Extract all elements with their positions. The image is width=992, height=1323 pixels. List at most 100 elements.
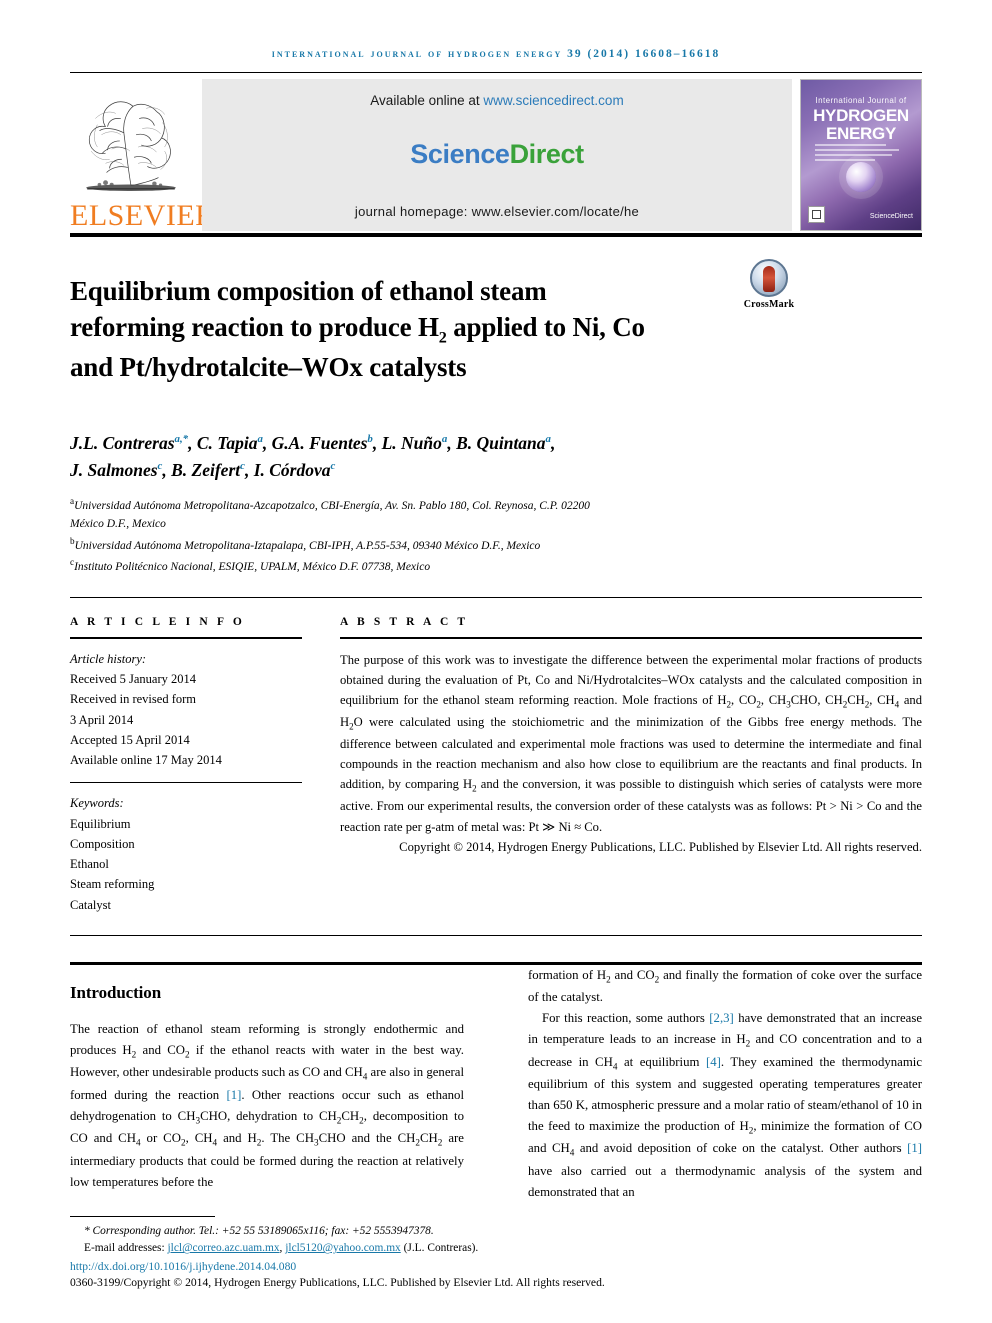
introduction-paragraph-left: The reaction of ethanol steam reforming … (70, 1021, 465, 1189)
elsevier-logo: ELSEVIER (70, 79, 216, 232)
title-line-3: and Pt/hydrotalcite–WOx catalysts (70, 352, 467, 383)
journal-homepage-line: journal homepage: www.elsevier.com/locat… (354, 204, 640, 219)
crossmark-badge[interactable]: CrossMark (720, 255, 818, 310)
author-affil-marker: c (157, 459, 163, 472)
cover-publisher-badge-icon (808, 206, 825, 223)
crossmark-label: CrossMark (743, 299, 795, 310)
abstract-heading: A B S T R A C T (340, 615, 469, 628)
affiliation-a-cont: México D.F., Mexico (70, 518, 166, 531)
title-line-2a: reforming reaction to produce H (70, 312, 439, 343)
abstract-heading-rule (340, 636, 922, 639)
keywords-block: Keywords: Equilibrium Composition Ethano… (70, 793, 302, 915)
email-suffix: (J.L. Contreras). (400, 1242, 479, 1255)
email-link-1[interactable]: jlcl@correo.azc.uam.mx (168, 1242, 280, 1254)
citation-ref-1b[interactable]: [1] (907, 1141, 922, 1155)
corresponding-author-note: * Corresponding author. Tel.: +52 55 531… (84, 1224, 434, 1237)
meta-top-rule (70, 596, 922, 598)
page-title: Equilibrium composition of ethanol steam… (70, 273, 710, 385)
author-affil-marker: b (367, 432, 373, 445)
abstract-body: The purpose of this work was to investig… (340, 650, 922, 857)
keyword-item: Steam reforming (70, 877, 155, 892)
history-item: Received 5 January 2014 (70, 672, 197, 687)
author-affil-marker: c (240, 459, 245, 472)
elsevier-wordmark: ELSEVIER (70, 199, 216, 232)
affiliation-b: bUniversidad Autónoma Metropolitana-Izta… (70, 534, 922, 555)
affiliation-b-text: Universidad Autónoma Metropolitana-Iztap… (74, 539, 541, 552)
author-affil-marker: a (441, 432, 448, 445)
masthead-bottom-rule (70, 233, 922, 237)
elsevier-tree-icon (86, 101, 176, 192)
corresponding-author-text: Corresponding author. Tel.: +52 55 53189… (92, 1224, 434, 1237)
body-column-right: formation of H2 and CO2 and finally the … (528, 965, 922, 1203)
body-column-left: Introduction The reaction of ethanol ste… (70, 965, 464, 1203)
article-info-middle-rule (70, 782, 302, 784)
history-item: 3 April 2014 (70, 712, 134, 727)
citation-ref-2-3[interactable]: [2,3] (709, 1011, 734, 1025)
title-row: Equilibrium composition of ethanol steam… (70, 255, 922, 404)
keywords-label: Keywords: (70, 796, 124, 811)
affiliation-a-line1: Universidad Autónoma Metropolitana-Azcap… (74, 499, 590, 512)
crossmark-icon (750, 259, 788, 297)
journal-cover-thumbnail: International Journal of HYDROGEN ENERGY… (800, 79, 922, 231)
cover-artwork: International Journal of HYDROGEN ENERGY… (801, 80, 921, 230)
email-label: E-mail addresses: (84, 1242, 168, 1255)
cover-title-line2: HYDROGEN (813, 106, 909, 125)
cover-title-line3: ENERGY (826, 124, 896, 143)
keyword-item: Composition (70, 836, 135, 851)
available-online-text: Available online at (370, 93, 484, 108)
email-link-2[interactable]: jlcl5120@yahoo.com.mx (285, 1242, 401, 1254)
author-affil-marker: a (257, 432, 263, 445)
cover-title-line1: International Journal of (815, 96, 907, 105)
article-meta-section: A R T I C L E I N F O Article history: R… (70, 616, 922, 915)
author-affil-marker: c (330, 459, 336, 472)
affiliation-a: aUniversidad Autónoma Metropolitana-Azca… (70, 494, 922, 515)
history-item: Received in revised form (70, 692, 196, 707)
footnote-rule (70, 1215, 215, 1217)
page-footnote: * Corresponding author. Tel.: +52 55 531… (70, 1215, 922, 1289)
citation-ref-1[interactable]: [1] (226, 1088, 241, 1102)
author-line-2: J. Salmonesc, B. Zeifertc, I. Córdovac (70, 459, 336, 480)
cover-orb-graphic (846, 162, 876, 192)
affiliation-list: aUniversidad Autónoma Metropolitana-Azca… (70, 494, 922, 577)
article-page: International Journal of Hydrogen Energy… (0, 0, 992, 1323)
keyword-item: Ethanol (70, 857, 109, 872)
cover-editor-lines (815, 144, 911, 164)
body-columns: Introduction The reaction of ethanol ste… (70, 965, 922, 1203)
abstract-bottom-rule (70, 934, 922, 936)
doi-link[interactable]: http://dx.doi.org/10.1016/j.ijhydene.201… (70, 1260, 922, 1273)
abstract-copyright: Copyright © 2014, Hydrogen Energy Public… (399, 839, 922, 854)
citation-ref-4[interactable]: [4] (706, 1055, 721, 1069)
article-history-block: Article history: Received 5 January 2014… (70, 649, 302, 771)
article-info-heading: A R T I C L E I N F O (70, 615, 245, 628)
article-history-label: Article history: (70, 651, 147, 666)
sciencedirect-banner: Available online at www.sciencedirect.co… (202, 79, 792, 231)
sciencedirect-link[interactable]: www.sciencedirect.com (483, 93, 623, 108)
email-addresses-line: E-mail addresses: jlcl@correo.azc.uam.mx… (70, 1240, 922, 1258)
history-item: Available online 17 May 2014 (70, 753, 222, 768)
article-info-heading-rule (70, 636, 302, 639)
sciencedirect-logo-direct: Direct (509, 138, 585, 169)
author-affil-marker: a (545, 432, 551, 445)
running-head: International Journal of Hydrogen Energy… (271, 48, 721, 60)
sciencedirect-logo: ScienceDirect (410, 138, 585, 170)
introduction-heading: Introduction (70, 982, 162, 1002)
article-info-column: A R T I C L E I N F O Article history: R… (70, 616, 302, 915)
abstract-column: A B S T R A C T The purpose of this work… (340, 616, 922, 915)
journal-masthead: ELSEVIER Available online at www.science… (70, 79, 922, 231)
issn-copyright-line: 0360-3199/Copyright © 2014, Hydrogen Ene… (70, 1276, 605, 1289)
title-line-2b: applied to Ni, Co (446, 312, 645, 343)
cover-sciencedirect-mark: ScienceDirect (869, 212, 913, 220)
author-affil-marker: a,* (174, 432, 189, 445)
title-subscript: 2 (438, 328, 447, 347)
header-divider (70, 72, 922, 73)
author-line-1: J.L. Contrerasa,*, C. Tapiaa, G.A. Fuent… (70, 432, 556, 453)
sciencedirect-logo-science: Science (410, 138, 510, 169)
keyword-item: Equilibrium (70, 816, 131, 831)
history-item: Accepted 15 April 2014 (70, 732, 190, 747)
intro-right-paragraph-2: For this reaction, some authors [2,3] ha… (528, 1011, 923, 1199)
intro-right-paragraph-1: formation of H2 and CO2 and finally the … (528, 967, 923, 1005)
available-online-line: Available online at www.sciencedirect.co… (370, 93, 623, 108)
affiliation-c-text: Instituto Politécnico Nacional, ESIQIE, … (74, 561, 431, 574)
affiliation-c: cInstituto Politécnico Nacional, ESIQIE,… (70, 555, 922, 576)
title-line-1: Equilibrium composition of ethanol steam (70, 276, 547, 307)
